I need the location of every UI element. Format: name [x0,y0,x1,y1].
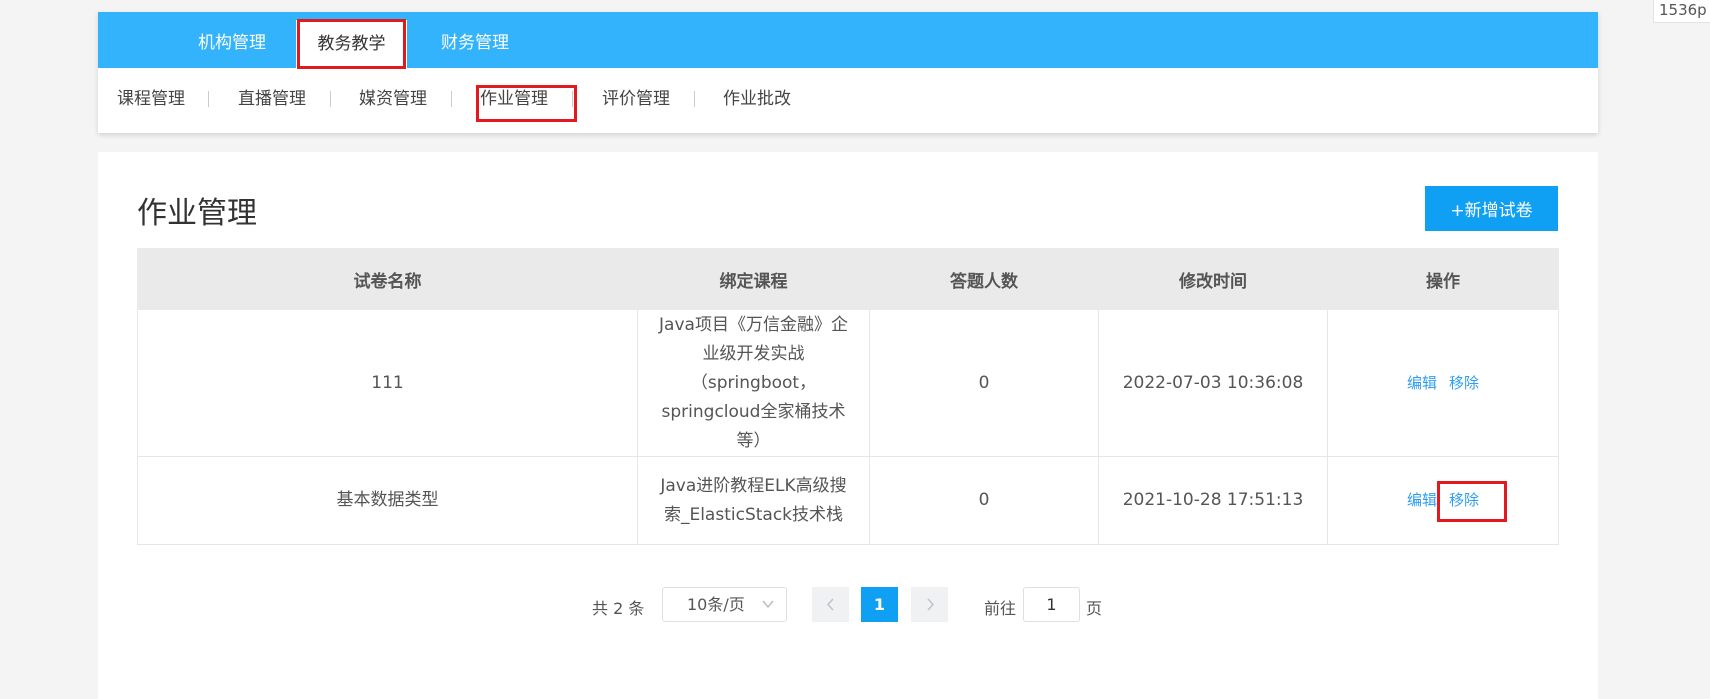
column-header-answer-count: 答题人数 [869,248,1099,310]
column-header-modified-time: 修改时间 [1098,248,1328,310]
column-header-course: 绑定课程 [637,248,870,310]
sub-tab-course[interactable]: 课程管理 [117,68,185,133]
chevron-right-icon [924,598,936,627]
prev-page-button[interactable] [812,587,849,622]
cell-actions: 编辑 移除 [1327,309,1559,457]
cell-modified-time: 2021-10-28 17:51:13 [1098,456,1328,545]
pagination-total: 共 2 条 [592,599,645,618]
remove-link[interactable]: 移除 [1449,374,1479,392]
table-row: 基本数据类型 Java进阶教程ELK高级搜索_ElasticStack技术栈 0… [137,456,1559,545]
page-size-value: 10条/页 [687,595,745,614]
edit-link[interactable]: 编辑 [1407,491,1437,509]
sub-nav-divider [208,91,209,107]
chevron-left-icon [825,598,837,627]
goto-suffix: 页 [1086,599,1103,618]
main-content: 作业管理 +新增试卷 试卷名称 绑定课程 答题人数 修改时间 操作 111 Ja… [98,152,1598,699]
corner-label: 1536p [1653,0,1710,23]
cell-actions: 编辑 移除 [1327,456,1559,545]
cell-paper-name: 基本数据类型 [137,456,638,545]
cell-course: Java进阶教程ELK高级搜索_ElasticStack技术栈 [637,456,870,545]
page-number-current[interactable]: 1 [861,587,898,622]
chevron-down-icon [762,588,774,634]
sub-nav-divider [451,91,452,107]
next-page-button[interactable] [911,587,948,622]
sub-nav-divider [330,91,331,107]
pagination: 共 2 条 10条/页 1 前往 页 [98,587,1598,623]
sub-nav: 课程管理 直播管理 媒资管理 作业管理 评价管理 作业批改 [98,68,1598,133]
edit-link[interactable]: 编辑 [1407,374,1437,392]
cell-answer-count: 0 [869,309,1099,457]
table-header-row: 试卷名称 绑定课程 答题人数 修改时间 操作 [137,248,1559,310]
table-row: 111 Java项目《万信金融》企业级开发实战（springboot，sprin… [137,309,1559,457]
sub-nav-divider [694,91,695,107]
goto-page-input[interactable] [1023,587,1080,622]
top-tab-academic[interactable]: 教务教学 [296,20,407,68]
nav-card: 机构管理 教务教学 财务管理 课程管理 直播管理 媒资管理 作业管理 评价管理 … [98,12,1598,133]
sub-tab-homework[interactable]: 作业管理 [480,68,548,133]
sub-tab-grading[interactable]: 作业批改 [723,68,791,133]
sub-tab-media[interactable]: 媒资管理 [359,68,427,133]
cell-modified-time: 2022-07-03 10:36:08 [1098,309,1328,457]
add-paper-button[interactable]: +新增试卷 [1425,186,1558,231]
page-size-select[interactable]: 10条/页 [662,587,787,622]
remove-link[interactable]: 移除 [1449,491,1479,509]
sub-tab-review[interactable]: 评价管理 [602,68,670,133]
top-nav: 机构管理 教务教学 财务管理 [98,12,1598,68]
top-tab-finance[interactable]: 财务管理 [441,12,509,68]
page-title: 作业管理 [137,196,257,231]
sub-nav-divider [572,91,573,107]
cell-answer-count: 0 [869,456,1099,545]
column-header-paper-name: 试卷名称 [137,248,638,310]
column-header-actions: 操作 [1327,248,1559,310]
sub-tab-live[interactable]: 直播管理 [238,68,306,133]
cell-paper-name: 111 [137,309,638,457]
homework-table: 试卷名称 绑定课程 答题人数 修改时间 操作 111 Java项目《万信金融》企… [137,248,1559,545]
goto-label: 前往 [984,599,1017,618]
top-tab-institution[interactable]: 机构管理 [198,12,266,68]
cell-course: Java项目《万信金融》企业级开发实战（springboot，springclo… [637,309,870,457]
